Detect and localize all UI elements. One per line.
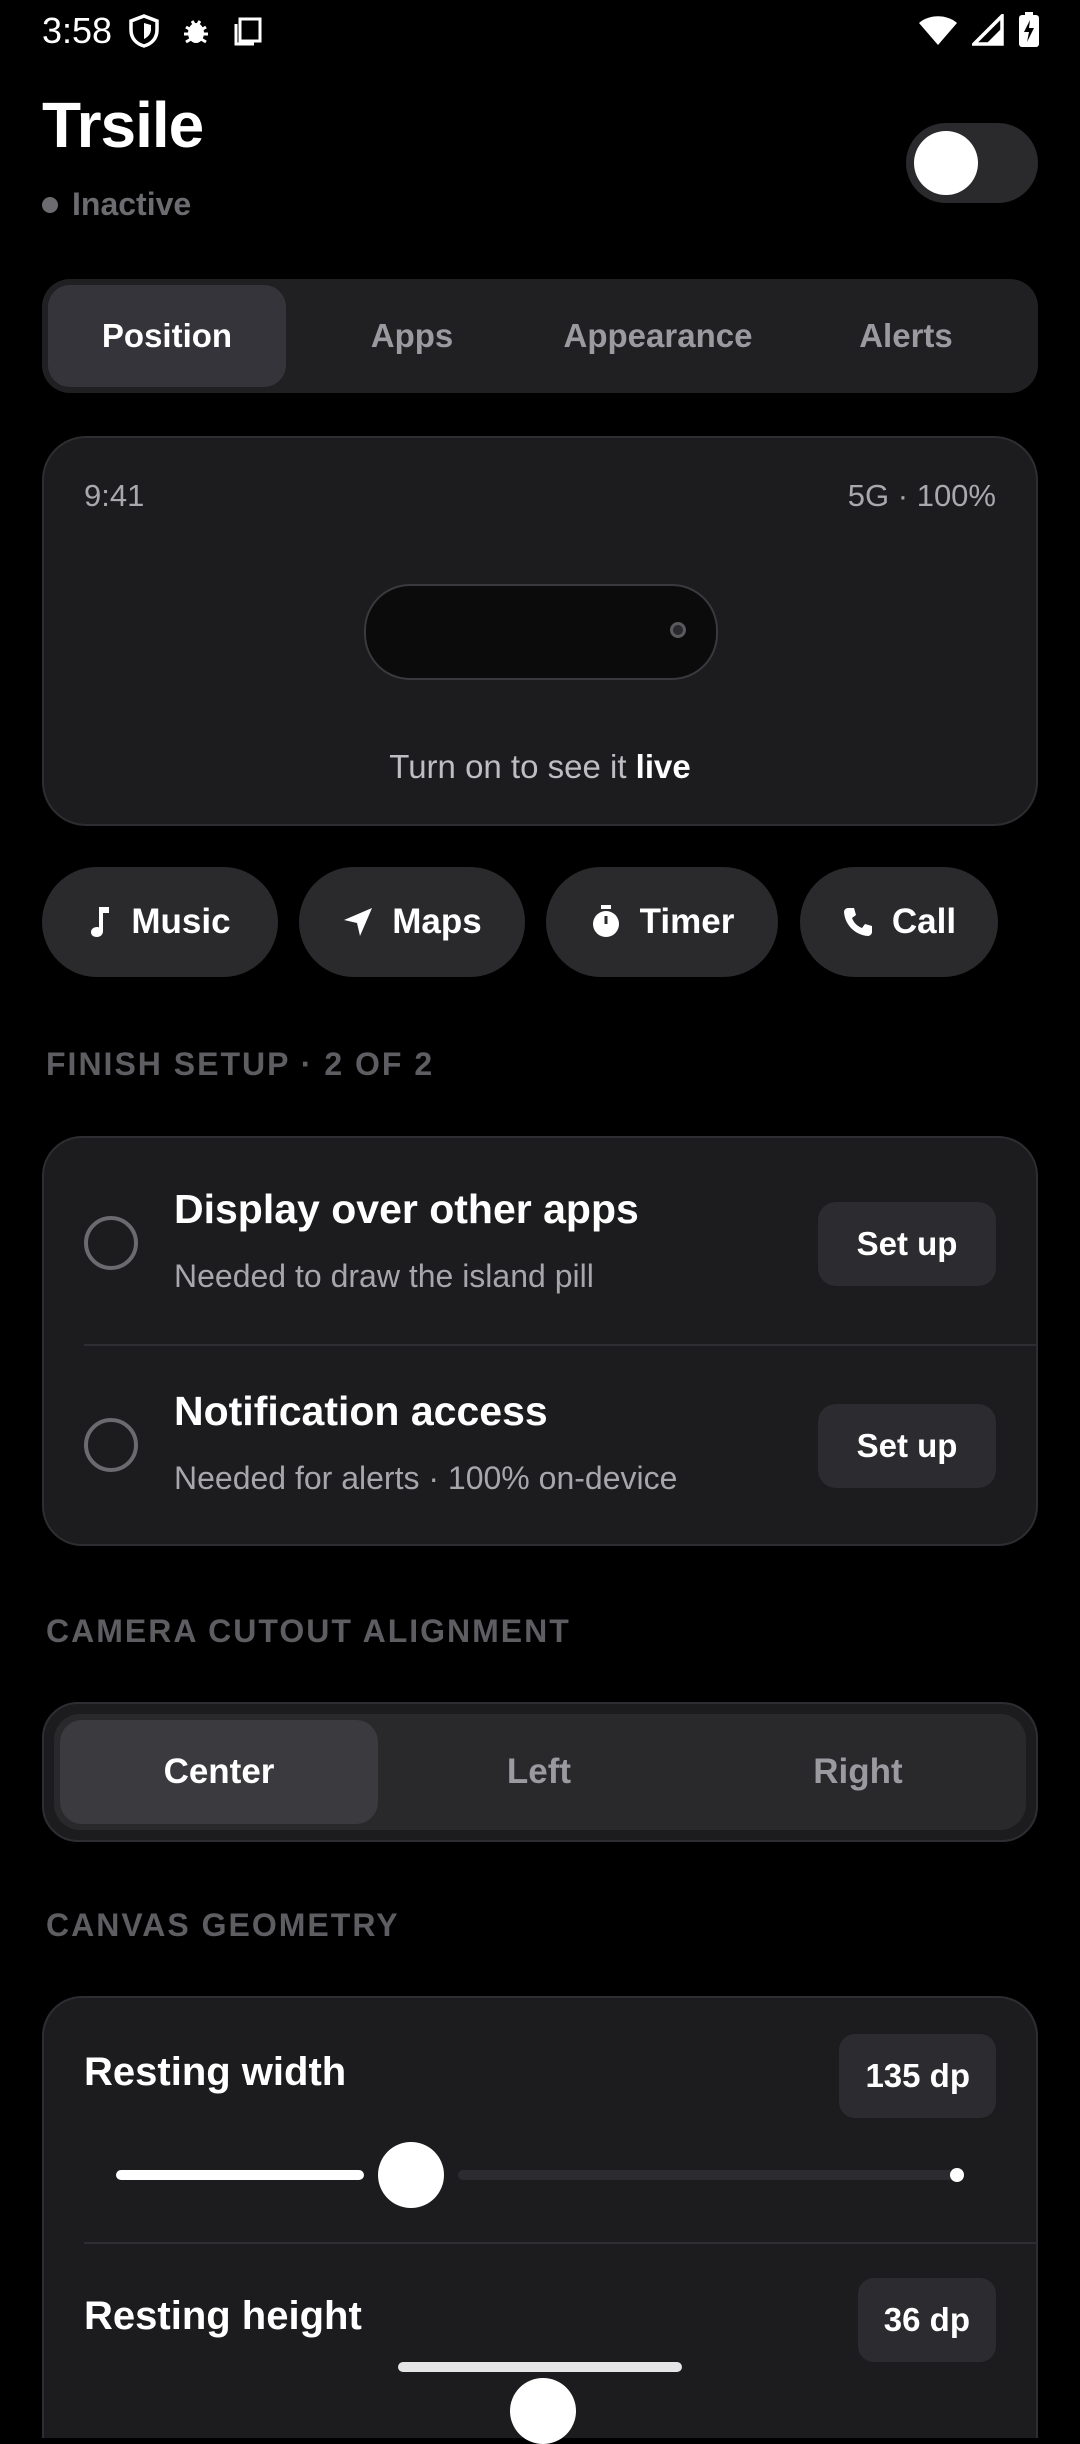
resting-height-value: 36 dp xyxy=(857,2278,996,2362)
geometry-divider xyxy=(84,2242,1036,2244)
bug-icon xyxy=(184,20,208,44)
status-icons-right xyxy=(918,12,1040,48)
chip-call[interactable]: Call xyxy=(800,867,998,977)
setup-notifications-title: Notification access xyxy=(174,1388,548,1434)
setup-overlay-radio[interactable] xyxy=(84,1216,138,1270)
chip-maps[interactable]: Maps xyxy=(299,867,525,977)
alignment-right[interactable]: Right xyxy=(700,1720,1016,1824)
resting-height-label: Resting height xyxy=(84,2294,362,2338)
status-icons-left xyxy=(128,14,264,48)
alignment-center[interactable]: Center xyxy=(60,1720,378,1824)
preview-hint-text: Turn on to see it xyxy=(389,748,636,785)
resting-width-slider-thumb[interactable] xyxy=(378,2142,444,2208)
setup-row-overlay: Display over other apps Needed to draw t… xyxy=(44,1138,1036,1338)
toggle-knob xyxy=(914,131,978,195)
battery-charging-icon xyxy=(1019,12,1039,47)
tab-bar: Position Apps Appearance Alerts xyxy=(42,279,1038,393)
geometry-section-label: CANVAS GEOMETRY xyxy=(46,1907,400,1943)
alignment-selector: Center Left Right xyxy=(42,1702,1038,1842)
alignment-left[interactable]: Left xyxy=(384,1720,694,1824)
chip-maps-label: Maps xyxy=(392,902,482,941)
service-status: Inactive xyxy=(42,186,191,223)
navigation-arrow-icon xyxy=(344,908,373,936)
status-dot xyxy=(42,196,58,213)
shield-icon xyxy=(129,14,159,48)
setup-notifications-radio[interactable] xyxy=(84,1418,138,1472)
timer-icon xyxy=(592,905,619,937)
setup-section-label: FINISH SETUP · 2 OF 2 xyxy=(46,1046,435,1082)
preview-hint: Turn on to see it live xyxy=(44,748,1036,786)
setup-card: Display over other apps Needed to draw t… xyxy=(42,1136,1038,1546)
setup-overlay-subtitle: Needed to draw the island pill xyxy=(174,1258,594,1294)
tab-alerts[interactable]: Alerts xyxy=(786,285,1026,387)
resting-width-slider-end xyxy=(950,2168,964,2182)
chip-music-label: Music xyxy=(131,902,231,941)
setup-row-notifications: Notification access Needed for alerts · … xyxy=(44,1340,1036,1540)
phone-icon xyxy=(843,908,872,936)
alignment-track: Center Left Right xyxy=(54,1714,1026,1830)
resting-width-slider-fill xyxy=(116,2170,364,2180)
wifi-icon xyxy=(919,16,957,45)
preview-hint-bold: live xyxy=(635,748,691,785)
chip-call-label: Call xyxy=(891,902,957,941)
status-time: 3:58 xyxy=(42,10,113,51)
signal-icon xyxy=(972,14,1004,46)
resting-width-value: 135 dp xyxy=(839,2034,996,2118)
preview-time: 9:41 xyxy=(84,478,145,513)
enable-toggle[interactable] xyxy=(906,123,1038,203)
home-indicator xyxy=(398,2362,682,2372)
setup-overlay-title: Display over other apps xyxy=(174,1186,639,1232)
chip-music[interactable]: Music xyxy=(42,867,278,977)
preview-network: 5G · 100% xyxy=(847,478,996,513)
island-pill xyxy=(364,584,718,680)
app-title: Trsile xyxy=(42,89,204,161)
resting-width-label: Resting width xyxy=(84,2050,347,2094)
tab-apps[interactable]: Apps xyxy=(292,285,532,387)
camera-dot-icon xyxy=(670,622,686,638)
screen-icon xyxy=(234,17,262,46)
setup-overlay-button[interactable]: Set up xyxy=(818,1202,996,1286)
chip-timer[interactable]: Timer xyxy=(546,867,778,977)
setup-notifications-button[interactable]: Set up xyxy=(818,1404,996,1488)
resting-width-slider-track[interactable] xyxy=(458,2170,954,2180)
resting-height-slider-thumb[interactable] xyxy=(510,2378,576,2444)
island-preview: 9:41 5G · 100% Turn on to see it live xyxy=(42,436,1038,826)
chip-timer-label: Timer xyxy=(639,902,735,941)
tab-appearance[interactable]: Appearance xyxy=(538,285,778,387)
alignment-section-label: CAMERA CUTOUT ALIGNMENT xyxy=(46,1613,571,1649)
music-note-icon xyxy=(91,907,110,937)
setup-notifications-subtitle: Needed for alerts · 100% on-device xyxy=(174,1460,678,1496)
tab-position[interactable]: Position xyxy=(48,285,286,387)
service-status-label: Inactive xyxy=(72,186,192,222)
